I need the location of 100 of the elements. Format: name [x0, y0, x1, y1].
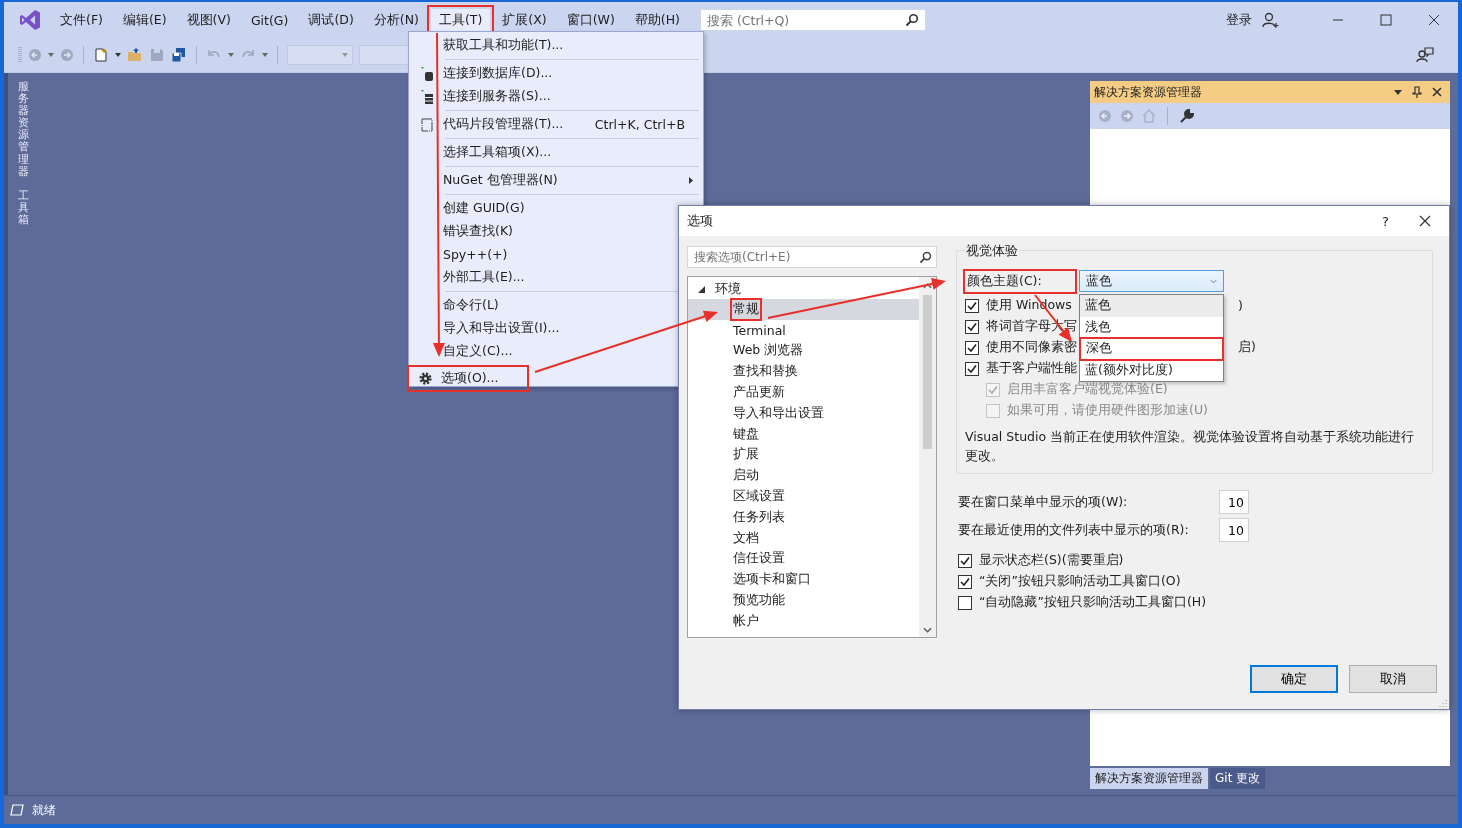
tree-item[interactable]: 预览功能 [688, 590, 919, 611]
tree-item[interactable]: 信任设置 [688, 548, 919, 570]
user-add-icon[interactable] [1262, 11, 1280, 29]
feedback-icon[interactable] [1416, 46, 1434, 64]
tree-item[interactable]: Terminal [688, 319, 919, 341]
tree-item[interactable]: 帐户 [688, 610, 919, 632]
tree-item[interactable]: 选项卡和窗口 [688, 569, 919, 591]
checkbox[interactable] [958, 553, 972, 568]
tree-item[interactable]: 区域设置 [688, 486, 919, 507]
tree-item[interactable]: 键盘 [688, 423, 919, 445]
menu-item[interactable]: 连接到服务器(S)... [411, 85, 701, 108]
scrollbar-thumb[interactable] [923, 295, 932, 449]
close-icon[interactable] [1432, 87, 1442, 97]
caret-icon[interactable] [48, 53, 54, 57]
tree-item[interactable]: 环境 [715, 280, 741, 298]
close-icon[interactable] [1428, 14, 1440, 26]
menu-item[interactable]: 连接到数据库(D)... [411, 62, 701, 85]
status-icon [10, 804, 24, 816]
menu-item[interactable]: 窗口(W) [558, 8, 623, 32]
dialog-title: 选项 [687, 212, 713, 230]
menu-item[interactable]: 代码片段管理器(T)... Ctrl+K, Ctrl+B [411, 113, 701, 136]
menu-item[interactable]: 选择工具箱项(X)... [411, 141, 701, 164]
caret-icon[interactable] [1394, 89, 1402, 95]
search-box[interactable]: 搜索选项(Ctrl+E) [687, 246, 937, 268]
pin-icon[interactable] [1412, 86, 1422, 98]
open-folder-icon[interactable] [127, 47, 143, 63]
checkbox-label: “关闭”按钮只影响活动工具窗口(O) [979, 573, 1181, 590]
menu-item[interactable]: 视图(V) [178, 8, 239, 32]
checkbox-label: 显示状态栏(S)(需要重启) [979, 552, 1124, 569]
menu-item[interactable]: NuGet 包管理器(N) [411, 169, 701, 192]
close-icon[interactable] [1419, 215, 1431, 227]
caret-icon[interactable] [262, 53, 268, 57]
caret-icon[interactable] [115, 53, 121, 57]
search-icon [904, 13, 919, 27]
color-theme-dropdown[interactable]: 蓝色 [1079, 270, 1224, 292]
checkbox[interactable] [958, 595, 972, 610]
menu-item[interactable]: Git(G) [242, 9, 297, 31]
tree-item[interactable]: 启动 [688, 465, 919, 487]
tree-item[interactable]: 查找和替换 [688, 361, 919, 383]
panel-title: 解决方案资源管理器 [1094, 83, 1202, 101]
status-text: 就绪 [32, 801, 56, 819]
scroll-up-icon[interactable] [923, 283, 932, 289]
chevron-icon [1210, 278, 1217, 284]
help-button[interactable]: ? [1382, 213, 1389, 229]
dropdown-option[interactable]: 深色 [1080, 338, 1223, 360]
maximize-icon[interactable] [1380, 14, 1392, 26]
expander-icon[interactable] [698, 285, 705, 293]
database-icon [421, 66, 433, 81]
submenu-arrow-icon [689, 177, 693, 184]
menu-item[interactable]: 编辑(E) [114, 8, 175, 32]
side-tab[interactable]: 服务器资源管理器 [17, 81, 29, 178]
menu-item[interactable]: 选项(O)... [409, 367, 527, 390]
dropdown-option[interactable]: 浅色 [1080, 316, 1223, 338]
info-text: Visual Studio 当前正在使用软件渲染。视觉体验设置将自动基于系统功能进行更改。 [965, 428, 1416, 465]
search-field[interactable]: 搜索选项(Ctrl+E) [692, 249, 919, 265]
menu-item[interactable]: 文件(F) [52, 8, 111, 32]
tree-item[interactable]: 导入和导出设置 [688, 403, 919, 424]
search-field[interactable]: 搜索 (Ctrl+Q) [704, 11, 905, 29]
snippet-icon [421, 117, 433, 132]
menu-item[interactable]: 工具(T) [430, 8, 491, 32]
tree-item[interactable]: 常规 [688, 299, 919, 320]
number-field[interactable]: 10 [1219, 490, 1249, 514]
checkbox[interactable] [965, 319, 979, 334]
sign-in-link[interactable]: 登录 [1226, 11, 1252, 29]
logo-icon [18, 8, 42, 32]
checkbox-label: “自动隐藏”按钮只影响活动工具窗口(H) [979, 594, 1207, 611]
dialog-button[interactable]: 确定 [1250, 665, 1338, 693]
panel-tab[interactable]: Git 更改 [1210, 768, 1266, 789]
checkbox[interactable] [965, 361, 979, 376]
checkbox-label: 使用不同像素密 [986, 339, 1078, 356]
tree-item[interactable]: 文档 [688, 527, 919, 549]
menu-item[interactable]: 分析(N) [365, 8, 427, 32]
menu-item[interactable]: 获取工具和功能(T)... [411, 34, 701, 57]
number-field[interactable]: 10 [1219, 518, 1249, 542]
search-box[interactable]: 搜索 (Ctrl+Q) [699, 9, 926, 31]
caret-icon[interactable] [228, 53, 234, 57]
new-item-icon[interactable] [93, 47, 109, 63]
dropdown-option[interactable]: 蓝色 [1080, 295, 1223, 317]
tree-item[interactable]: 任务列表 [688, 506, 919, 528]
tree-item[interactable]: 扩展 [688, 444, 919, 466]
side-tab[interactable]: 工具箱 [17, 189, 29, 227]
resize-grip-icon[interactable] [1439, 699, 1447, 707]
panel-tab[interactable]: 解决方案资源管理器 [1090, 768, 1208, 789]
tree-item[interactable]: 产品更新 [688, 382, 919, 403]
checkbox[interactable] [965, 298, 979, 313]
field-label: 要在最近使用的文件列表中显示的项(R): [958, 521, 1189, 539]
scroll-down-icon[interactable] [923, 627, 932, 633]
checkbox-label: ) [1238, 298, 1243, 313]
tree-item[interactable]: Web 浏览器 [688, 340, 919, 362]
wrench-icon[interactable] [1179, 108, 1195, 124]
checkbox-label: 如果可用，请使用硬件图形加速(U) [1007, 402, 1208, 419]
checkbox[interactable] [965, 340, 979, 355]
save-all-icon[interactable] [171, 47, 187, 63]
checkbox[interactable] [958, 574, 972, 589]
menu-item[interactable]: 帮助(H) [626, 8, 688, 32]
dialog-button[interactable]: 取消 [1349, 665, 1437, 693]
menu-item[interactable]: 扩展(X) [494, 8, 555, 32]
checkbox-label: 基于客户端性能 [986, 360, 1078, 377]
menu-item[interactable]: 调试(D) [300, 8, 362, 32]
dropdown-option[interactable]: 蓝(额外对比度) [1080, 359, 1223, 381]
